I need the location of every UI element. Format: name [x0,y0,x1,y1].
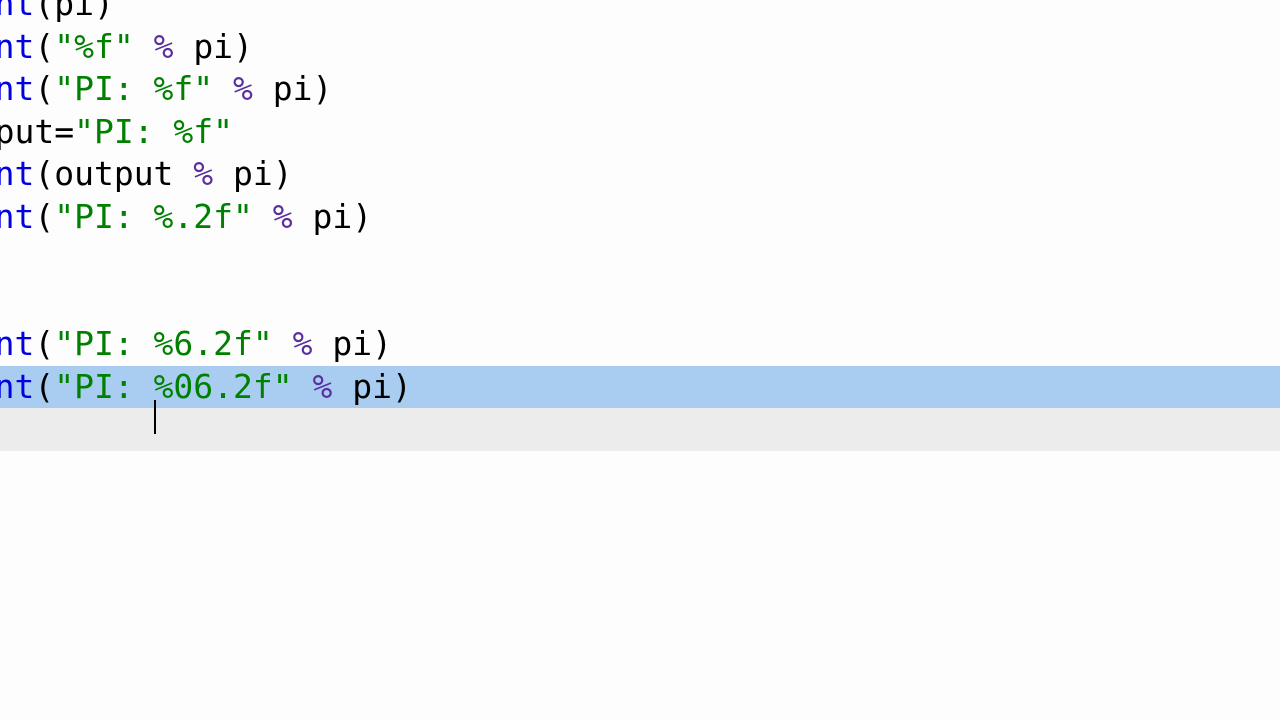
code-content: print(pi) [0,0,114,23]
token-op: % [173,154,233,193]
token-def: ( [34,197,54,236]
token-id: output [0,112,54,151]
code-line[interactable] [0,238,1280,281]
code-line[interactable] [0,281,1280,324]
token-str: "PI: %f" [74,112,233,151]
token-str: "PI: %6.2f" [54,324,273,363]
token-id: pi [313,197,353,236]
token-def: ( [34,324,54,363]
token-id: pi [233,154,273,193]
token-def: ) [233,27,253,66]
token-def: ( [34,0,54,23]
token-id: pi [273,69,313,108]
token-op: % [273,324,333,363]
token-def: ( [34,367,54,406]
token-fn: print [0,0,34,23]
token-def: ) [94,0,114,23]
code-content: print(output % pi) [0,154,293,193]
code-line[interactable]: print(pi) [0,0,1280,26]
token-fn: print [0,27,34,66]
token-def: ( [34,69,54,108]
token-def: ( [34,154,54,193]
token-def: ) [313,69,333,108]
token-def: ( [34,27,54,66]
token-def: = [54,112,74,151]
code-line[interactable]: output="PI: %f" [0,111,1280,154]
code-line[interactable]: print("%f" % pi) [0,26,1280,69]
code-content: print("%f" % pi) [0,27,253,66]
token-str: "PI: %06.2f" [54,367,292,406]
token-id: output [54,154,173,193]
token-str: "PI: %f" [54,69,213,108]
token-id: pi [54,0,94,23]
code-content: print("PI: %06.2f" % pi) [0,367,412,406]
token-def: ) [273,154,293,193]
token-id: pi [332,324,372,363]
code-line[interactable]: print(output % pi) [0,153,1280,196]
token-op: % [134,27,194,66]
token-str: "%f" [54,27,133,66]
code-content: print("PI: %6.2f" % pi) [0,324,392,363]
code-editor[interactable]: print(pi)print("%f" % pi)print("PI: %f" … [0,0,1280,703]
token-op: % [253,197,313,236]
token-str: "PI: %.2f" [54,197,253,236]
token-op: % [293,367,353,406]
code-content: output="PI: %f" [0,112,233,151]
token-fn: print [0,197,34,236]
code-line[interactable]: print("PI: %6.2f" % pi) [0,323,1280,366]
code-line[interactable]: print("PI: %06.2f" % pi) [0,366,1280,409]
token-op: % [213,69,273,108]
token-def: ) [392,367,412,406]
code-line[interactable]: print("PI: %.2f" % pi) [0,196,1280,239]
code-line[interactable]: print("PI: %f" % pi) [0,68,1280,111]
token-fn: print [0,324,34,363]
code-content: print("PI: %.2f" % pi) [0,197,372,236]
token-def: ) [372,324,392,363]
token-fn: print [0,367,34,406]
code-content: print("PI: %f" % pi) [0,69,332,108]
token-fn: print [0,69,34,108]
token-fn: print [0,154,34,193]
token-id: pi [352,367,392,406]
current-line-highlight [0,408,1280,451]
code-line[interactable] [0,408,1280,451]
token-def: ) [352,197,372,236]
token-id: pi [193,27,233,66]
